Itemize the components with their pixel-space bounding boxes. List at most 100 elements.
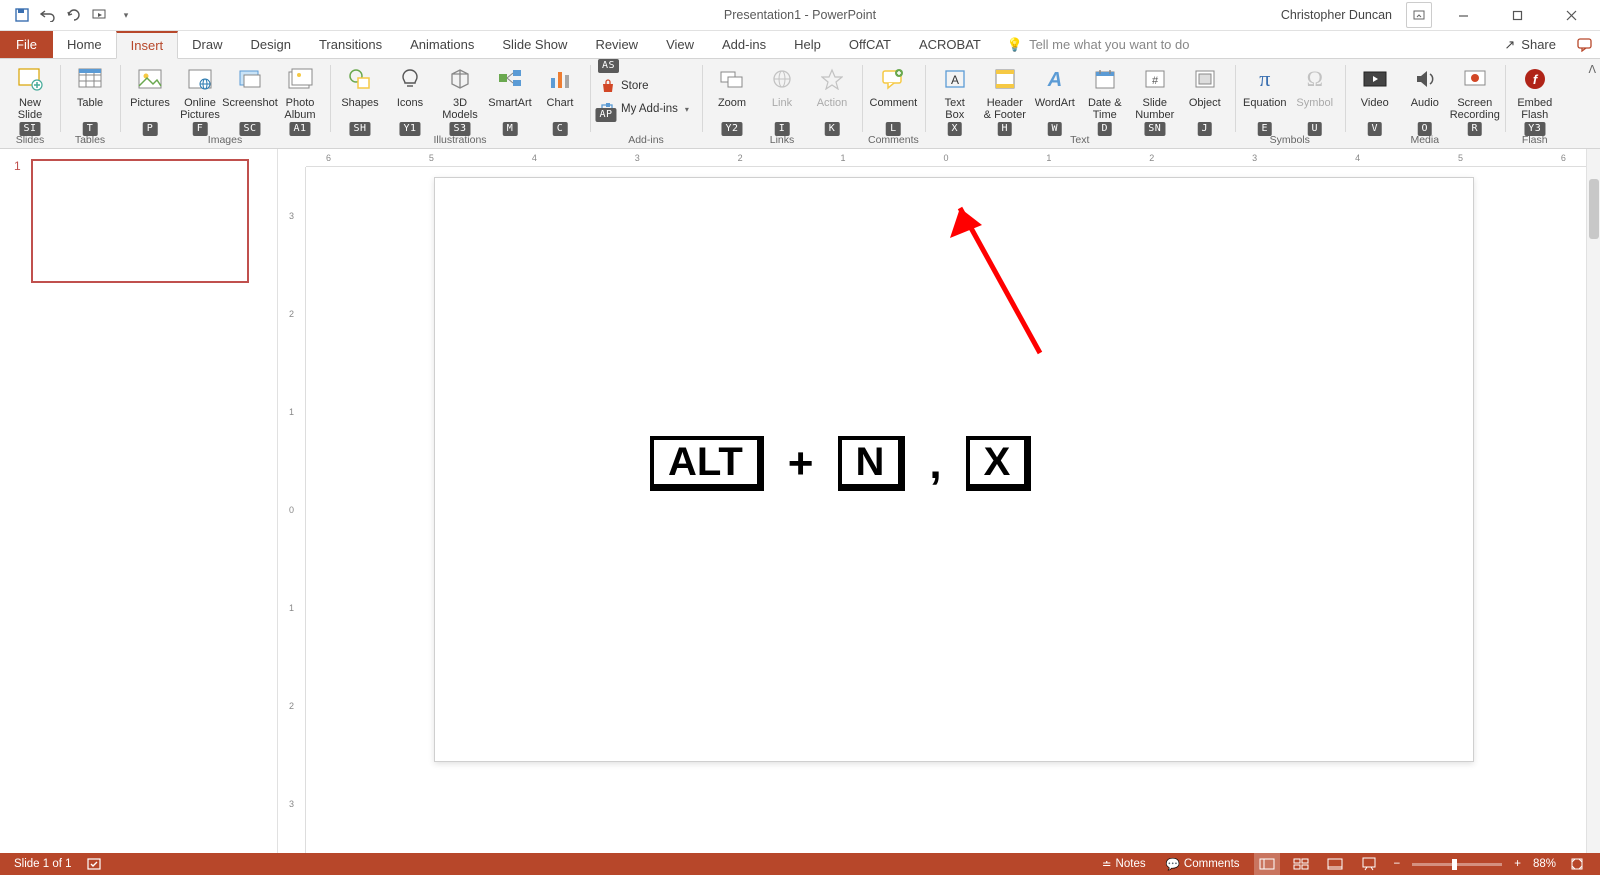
new-slide-button[interactable]: New Slide SI <box>6 61 54 134</box>
annotation-arrow <box>940 193 1060 373</box>
save-icon[interactable] <box>14 7 30 23</box>
screenshot-button[interactable]: Screenshot SC <box>226 61 274 134</box>
comma-symbol: , <box>929 439 941 489</box>
vertical-ruler[interactable]: 3210123 <box>278 167 306 853</box>
action-icon <box>816 63 848 95</box>
chart-icon <box>544 63 576 95</box>
slide-editor: 6543210123456 3210123 ALT + N , X <box>278 149 1600 853</box>
text-box-button[interactable]: A Text Box X <box>931 61 979 134</box>
tab-home[interactable]: Home <box>53 31 116 58</box>
slide-number-icon: # <box>1139 63 1171 95</box>
slide-thumbnail-panel[interactable]: 1 <box>0 149 278 853</box>
tab-file[interactable]: File <box>0 31 53 58</box>
wordart-button[interactable]: A WordArt W <box>1031 61 1079 134</box>
user-name[interactable]: Christopher Duncan <box>1281 8 1392 22</box>
slide-thumbnail-1[interactable] <box>31 159 249 283</box>
flash-icon: f <box>1519 63 1551 95</box>
svg-text:A: A <box>1047 69 1062 90</box>
tab-animations[interactable]: Animations <box>396 31 488 58</box>
chart-button[interactable]: Chart C <box>536 61 584 134</box>
slide-counter[interactable]: Slide 1 of 1 <box>14 858 72 870</box>
equation-button[interactable]: π Equation E <box>1241 61 1289 134</box>
close-button[interactable] <box>1548 0 1594 31</box>
smartart-button[interactable]: SmartArt M <box>486 61 534 134</box>
comments-pane-button[interactable] <box>1570 31 1600 58</box>
comments-icon: 💬 <box>1166 857 1180 871</box>
qat-dropdown-icon[interactable]: ▾ <box>118 7 134 23</box>
reading-view-button[interactable] <box>1322 853 1348 875</box>
online-pictures-button[interactable]: Online Pictures F <box>176 61 224 134</box>
collapse-ribbon-icon[interactable]: ᐱ <box>1588 63 1596 76</box>
table-button[interactable]: Table T <box>66 61 114 134</box>
pictures-icon <box>134 63 166 95</box>
icons-button[interactable]: Icons Y1 <box>386 61 434 134</box>
share-button[interactable]: ↗ Share <box>1490 31 1570 58</box>
embed-flash-button[interactable]: f Embed Flash Y3 <box>1511 61 1559 134</box>
shapes-button[interactable]: Shapes SH <box>336 61 384 134</box>
tab-acrobat[interactable]: ACROBAT <box>905 31 995 58</box>
notes-button[interactable]: ≐ Notes <box>1096 853 1152 875</box>
group-links: Zoom Y2 Link I Action K Links <box>702 59 862 148</box>
zoom-button[interactable]: Zoom Y2 <box>708 61 756 134</box>
store-icon <box>600 78 616 94</box>
object-button[interactable]: Object J <box>1181 61 1229 134</box>
my-addins-button[interactable]: My Add-ins ▾ AP <box>596 98 696 120</box>
tell-me-search[interactable]: 💡 Tell me what you want to do <box>1007 31 1190 58</box>
normal-view-button[interactable] <box>1254 853 1280 875</box>
header-footer-button[interactable]: Header & Footer H <box>981 61 1029 134</box>
tab-slideshow[interactable]: Slide Show <box>488 31 581 58</box>
wordart-icon: A <box>1039 63 1071 95</box>
group-text: A Text Box X Header & Footer H A WordArt… <box>925 59 1235 148</box>
online-pictures-icon <box>184 63 216 95</box>
tab-insert[interactable]: Insert <box>116 31 179 59</box>
tab-transitions[interactable]: Transitions <box>305 31 396 58</box>
ribbon-display-options-icon[interactable] <box>1406 2 1432 28</box>
slideshow-view-button[interactable] <box>1356 853 1382 875</box>
chevron-down-icon: ▾ <box>685 105 689 114</box>
minimize-button[interactable] <box>1440 0 1486 31</box>
redo-icon[interactable] <box>66 7 82 23</box>
maximize-button[interactable] <box>1494 0 1540 31</box>
link-button: Link I <box>758 61 806 134</box>
comment-button[interactable]: Comment L <box>869 61 917 134</box>
slide-canvas[interactable]: ALT + N , X <box>434 177 1474 762</box>
zoom-in-button[interactable]: + <box>1510 858 1525 870</box>
zoom-slider[interactable] <box>1412 863 1502 866</box>
zoom-slider-knob[interactable] <box>1452 859 1457 870</box>
title-text: Presentation1 - PowerPoint <box>724 8 876 22</box>
scrollbar-thumb[interactable] <box>1589 179 1599 239</box>
slide-sorter-view-button[interactable] <box>1288 853 1314 875</box>
tab-view[interactable]: View <box>652 31 708 58</box>
group-illustrations: Shapes SH Icons Y1 3D Models S3 SmartArt… <box>330 59 590 148</box>
pictures-button[interactable]: Pictures P <box>126 61 174 134</box>
tab-draw[interactable]: Draw <box>178 31 236 58</box>
horizontal-ruler[interactable]: 6543210123456 <box>306 149 1586 167</box>
audio-button[interactable]: Audio O <box>1401 61 1449 134</box>
zoom-out-button[interactable]: − <box>1390 858 1405 870</box>
tab-help[interactable]: Help <box>780 31 835 58</box>
spellcheck-icon[interactable] <box>86 857 102 871</box>
tab-addins[interactable]: Add-ins <box>708 31 780 58</box>
key-alt: ALT <box>650 436 764 491</box>
tab-review[interactable]: Review <box>581 31 652 58</box>
slide-number-button[interactable]: # Slide Number SN <box>1131 61 1179 134</box>
fit-to-window-button[interactable] <box>1564 853 1590 875</box>
photo-album-button[interactable]: Photo Album A1 <box>276 61 324 134</box>
undo-icon[interactable] <box>40 7 56 23</box>
store-button[interactable]: AS Store <box>596 75 696 97</box>
tab-offcat[interactable]: OffCAT <box>835 31 905 58</box>
screen-recording-button[interactable]: Screen Recording R <box>1451 61 1499 134</box>
tab-design[interactable]: Design <box>237 31 305 58</box>
3d-models-button[interactable]: 3D Models S3 <box>436 61 484 134</box>
comment-icon <box>877 63 909 95</box>
video-button[interactable]: Video V <box>1351 61 1399 134</box>
video-icon <box>1359 63 1391 95</box>
vertical-scrollbar[interactable] <box>1586 149 1600 853</box>
keytip: SI <box>19 122 40 136</box>
ribbon-insert: ᐱ New Slide SI Slides Table T Tables P <box>0 59 1600 149</box>
date-time-button[interactable]: Date & Time D <box>1081 61 1129 134</box>
zoom-level[interactable]: 88% <box>1533 858 1556 870</box>
start-from-beginning-icon[interactable] <box>92 7 108 23</box>
group-symbols: π Equation E Ω Symbol U Symbols <box>1235 59 1345 148</box>
comments-button[interactable]: 💬 Comments <box>1160 853 1246 875</box>
